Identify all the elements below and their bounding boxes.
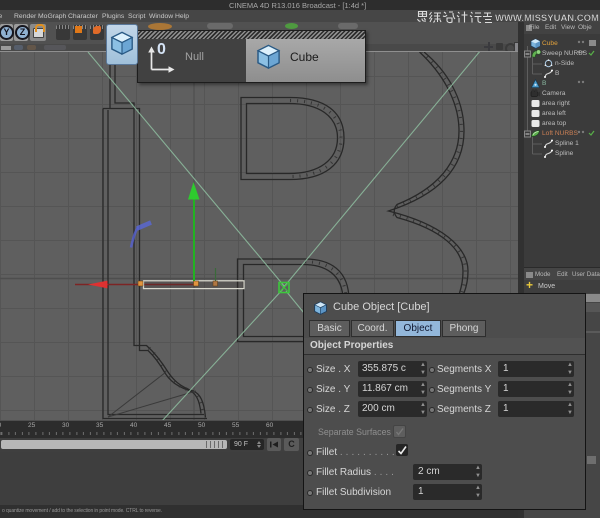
svg-text:WWW.MISSYUAN.COM: WWW.MISSYUAN.COM [495,13,599,24]
